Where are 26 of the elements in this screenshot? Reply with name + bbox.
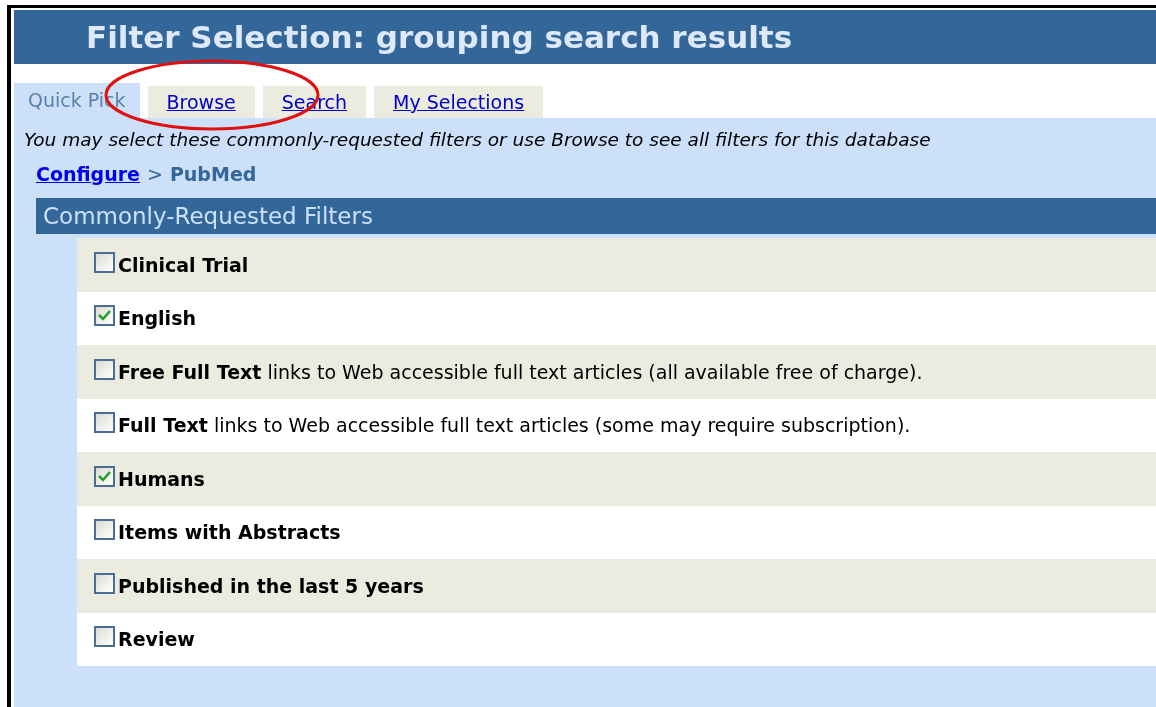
filter-label: Published in the last 5 years	[118, 573, 424, 599]
section-header: Commonly-Requested Filters	[36, 198, 1156, 235]
filter-label: English	[118, 306, 196, 332]
checkbox[interactable]	[94, 358, 115, 380]
checkbox[interactable]	[94, 412, 115, 433]
breadcrumb-current: PubMed	[169, 161, 257, 187]
checkbox[interactable]	[94, 305, 115, 326]
checkbox[interactable]	[94, 626, 115, 647]
tab[interactable]: Browse	[147, 86, 255, 118]
filter-label: Clinical Trial	[118, 252, 249, 278]
filter-label: Free Full Text links to Web accessible full text articles (all available free of charge).	[118, 359, 923, 385]
filter-label: Humans	[118, 466, 205, 492]
breadcrumb-separator: >	[147, 161, 163, 187]
filter-label: Review	[118, 627, 195, 653]
checkbox[interactable]	[94, 519, 115, 540]
window-title: Filter Selection: grouping search results	[14, 10, 1156, 64]
filter-label: Full Text links to Web accessible full text articles (some may require subscription).	[118, 413, 911, 439]
checkbox[interactable]	[94, 251, 115, 273]
filter-label: Items with Abstracts	[118, 520, 341, 546]
checkbox[interactable]	[94, 465, 115, 487]
tab[interactable]: My Selections	[374, 86, 544, 118]
instructions-text: You may select these commonly-requested filters or use Browse to see all filters for this database	[23, 128, 932, 152]
breadcrumb-link[interactable]: Configure	[36, 159, 140, 189]
checkbox[interactable]	[94, 572, 115, 594]
checkmark-icon	[98, 310, 111, 321]
checkmark-icon	[98, 470, 111, 482]
